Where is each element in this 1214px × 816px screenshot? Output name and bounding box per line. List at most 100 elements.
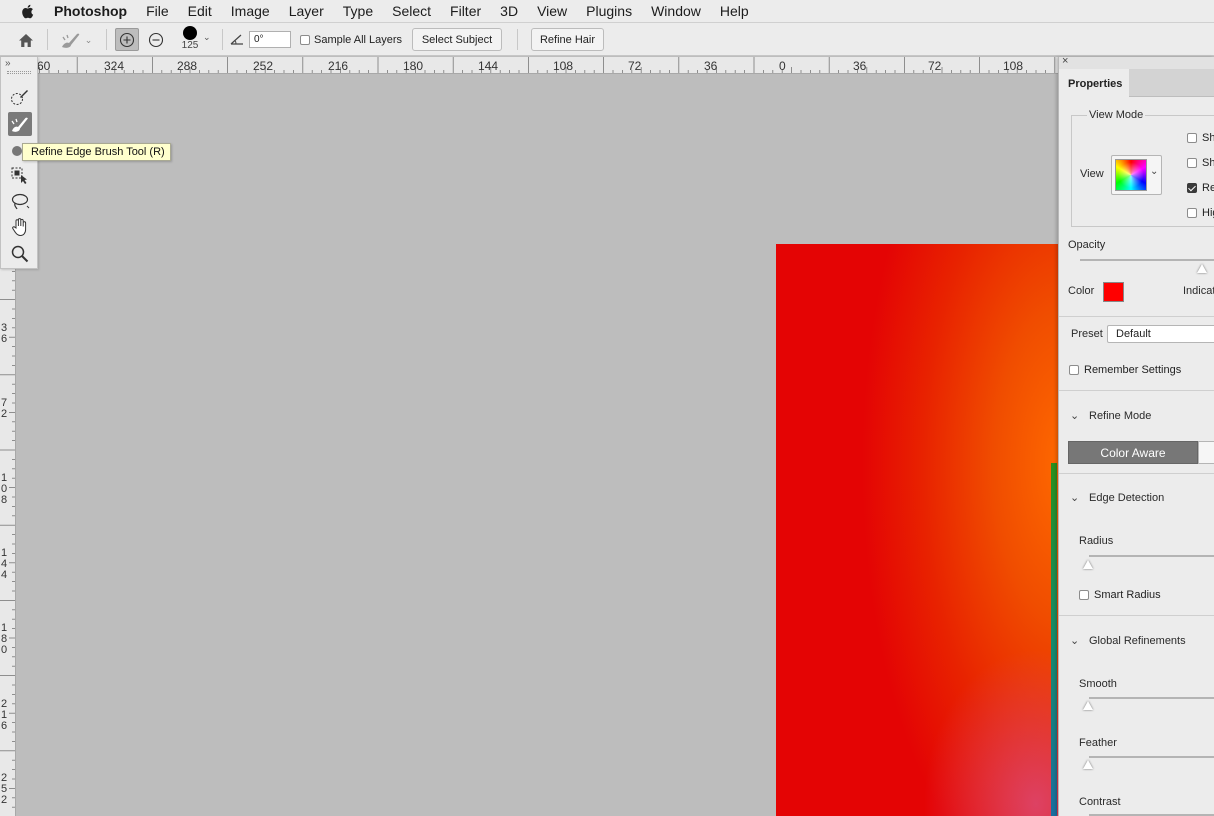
object-aware-button[interactable] [1198, 441, 1214, 464]
document-image[interactable] [776, 244, 1058, 816]
separator [222, 29, 223, 50]
toolbox-grip[interactable] [7, 71, 31, 74]
radius-label: Radius [1079, 535, 1114, 547]
menu-window[interactable]: Window [642, 3, 711, 19]
menu-type[interactable]: Type [333, 3, 382, 19]
radius-slider-thumb[interactable] [1083, 560, 1093, 569]
refine-mode-title[interactable]: Refine Mode [1089, 410, 1151, 422]
ruler-label: 3 6 [1, 322, 8, 345]
menu-view[interactable]: View [528, 3, 577, 19]
apple-menu[interactable] [0, 4, 54, 19]
home-button[interactable] [14, 30, 38, 50]
expand-detection-button[interactable] [115, 28, 139, 51]
ruler-label: 72 [928, 59, 942, 73]
angle-input[interactable]: 0° [249, 31, 291, 48]
edge-detection-title[interactable]: Edge Detection [1089, 492, 1164, 504]
chevron-down-icon[interactable]: ⌄ [1070, 409, 1079, 422]
refine-edge-brush-icon [11, 117, 28, 132]
menu-3d[interactable]: 3D [491, 3, 528, 19]
preset-dropdown[interactable]: Default [1107, 325, 1214, 343]
opacity-label: Opacity [1068, 239, 1106, 251]
menu-layer[interactable]: Layer [279, 3, 333, 19]
chevron-down-icon[interactable]: ⌄ [1070, 491, 1079, 504]
overlay-color-swatch[interactable] [1103, 282, 1124, 302]
tool-hand[interactable] [8, 215, 32, 239]
chevron-down-icon: ⌄ [1150, 166, 1159, 177]
menu-app-photoshop[interactable]: Photoshop [54, 3, 137, 19]
menu-image[interactable]: Image [221, 3, 279, 19]
refine-edge-brush-icon [61, 33, 79, 48]
view-option-4[interactable]: Hig [1187, 207, 1214, 219]
view-option-3[interactable]: Rea [1187, 182, 1214, 194]
divider [1059, 615, 1214, 616]
collapse-toolbox-icon[interactable]: » [5, 59, 11, 69]
select-subject-button[interactable]: Select Subject [412, 28, 502, 51]
menu-select[interactable]: Select [383, 3, 441, 19]
sample-all-layers-box[interactable] [300, 35, 310, 45]
smart-radius-box[interactable] [1079, 590, 1089, 600]
opacity-slider[interactable] [1080, 259, 1214, 261]
view-option-2[interactable]: Sho [1187, 157, 1214, 169]
ruler-label: 60 [37, 59, 51, 73]
menu-file[interactable]: File [137, 3, 179, 19]
ruler-label: 0 [779, 59, 786, 73]
sample-all-layers-label: Sample All Layers [314, 34, 403, 46]
menu-bar: Photoshop File Edit Image Layer Type Sel… [0, 0, 1214, 23]
tab-properties[interactable]: Properties [1059, 69, 1129, 98]
brush-size-value: 125 [181, 40, 199, 51]
smart-radius-checkbox[interactable]: Smart Radius [1079, 589, 1161, 601]
remember-settings-box[interactable] [1069, 365, 1079, 375]
view-option-label: Sho [1202, 157, 1214, 169]
ruler-label: 1 4 4 [1, 547, 8, 581]
view-mode-picker[interactable]: ⌄ [1111, 155, 1162, 195]
tool-refine-edge-brush[interactable] [8, 112, 32, 136]
view-option-1[interactable]: Sho [1187, 132, 1214, 144]
menu-plugins[interactable]: Plugins [577, 3, 642, 19]
radius-slider[interactable] [1089, 555, 1214, 557]
close-icon[interactable]: × [1062, 55, 1068, 67]
menu-filter[interactable]: Filter [441, 3, 491, 19]
tool-lasso[interactable] [8, 189, 32, 213]
smooth-label: Smooth [1079, 678, 1117, 690]
menu-help[interactable]: Help [710, 3, 758, 19]
ruler-label: 7 2 [1, 397, 8, 420]
erase-refinements-button[interactable] [144, 28, 168, 51]
remember-settings-checkbox[interactable]: Remember Settings [1069, 364, 1181, 376]
color-label: Color [1068, 285, 1095, 297]
view-option-checkbox[interactable] [1187, 133, 1197, 143]
refine-hair-button[interactable]: Refine Hair [531, 28, 604, 51]
properties-panel: × Properties View Mode View ⌄ Sho Sho Re… [1058, 55, 1214, 816]
tool-zoom[interactable] [8, 242, 32, 266]
panel-header-strip: × [1059, 55, 1214, 69]
menu-edit[interactable]: Edit [178, 3, 221, 19]
brush-size-picker[interactable]: 125 ⌄ [176, 26, 214, 54]
color-aware-button[interactable]: Color Aware [1068, 441, 1198, 464]
tool-object-selection[interactable] [8, 163, 32, 187]
divider [1059, 316, 1214, 317]
view-option-label: Sho [1202, 132, 1214, 144]
ruler-label: 36 [853, 59, 867, 73]
ruler-label: 144 [478, 59, 499, 73]
image-edge-strip [1051, 463, 1057, 816]
view-option-checkbox[interactable] [1187, 183, 1197, 193]
tool-quick-selection[interactable] [8, 85, 32, 109]
feather-slider-thumb[interactable] [1083, 760, 1093, 769]
smooth-slider[interactable] [1089, 697, 1214, 699]
global-refinements-title[interactable]: Global Refinements [1089, 635, 1186, 647]
smooth-slider-thumb[interactable] [1083, 701, 1093, 710]
sample-all-layers-checkbox[interactable]: Sample All Layers [300, 32, 402, 48]
tool-tooltip: Refine Edge Brush Tool (R) [22, 143, 171, 161]
brush-tip-icon [183, 26, 197, 40]
divider [1059, 390, 1214, 391]
opacity-slider-thumb[interactable] [1196, 264, 1207, 273]
indicates-label: Indicat [1183, 285, 1214, 297]
chevron-down-icon[interactable]: ⌄ [1070, 634, 1079, 647]
ruler-label: 288 [177, 59, 198, 73]
object-selection-icon [11, 167, 27, 184]
view-option-checkbox[interactable] [1187, 158, 1197, 168]
toolbox: » [0, 57, 38, 269]
feather-slider[interactable] [1089, 756, 1214, 758]
view-option-checkbox[interactable] [1187, 208, 1197, 218]
remember-settings-label: Remember Settings [1084, 364, 1182, 376]
tool-preset-picker[interactable]: ⌄ [55, 29, 97, 51]
